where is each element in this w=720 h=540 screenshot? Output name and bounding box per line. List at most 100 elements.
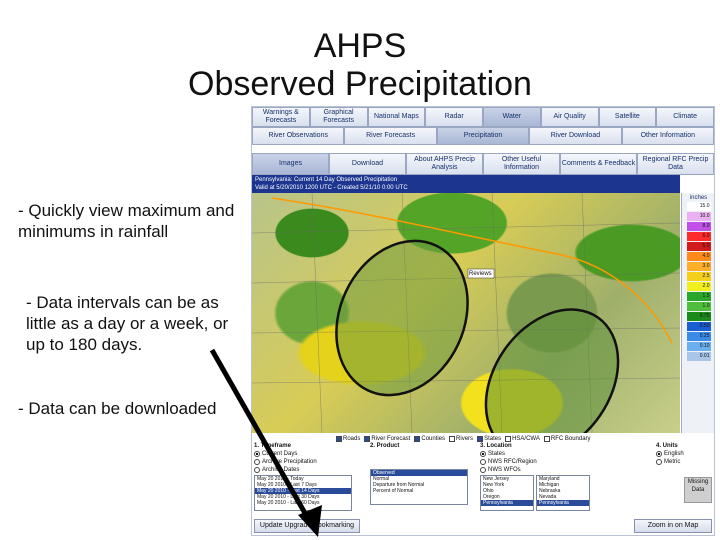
layer-toggle[interactable]: States — [477, 436, 501, 442]
panel-title: 2. Product — [370, 443, 400, 449]
slide-title-line2: Observed Precipitation — [188, 65, 532, 103]
radio-label: Metric — [664, 459, 681, 465]
layer-toggle[interactable]: Rivers — [449, 436, 473, 442]
radio-label: Current Days — [262, 451, 298, 457]
top-nav-tab[interactable]: Satellite — [598, 107, 657, 127]
page-tab[interactable]: Regional RFC Precip Data — [637, 153, 714, 175]
checkbox[interactable] — [414, 436, 421, 442]
page-tab[interactable]: Images — [252, 153, 329, 175]
radio-button[interactable] — [480, 467, 486, 473]
zoom-in-button[interactable]: Zoom in on Map — [634, 519, 712, 533]
page-tab[interactable]: Download — [329, 153, 406, 175]
radio-button[interactable] — [480, 459, 486, 465]
top-nav-tab[interactable]: Air Quality — [540, 107, 599, 127]
layer-label: HSA/CWA — [512, 436, 540, 442]
radio-option[interactable]: NWS RFC/Region — [480, 459, 650, 465]
location-list-b[interactable]: Maryland Michigan Nebraska Nevada Pennsylvan… — [536, 475, 590, 511]
radio-button[interactable] — [656, 451, 662, 457]
radio-option[interactable]: English — [656, 451, 712, 457]
bullet-text: - Quickly view maximum and minimums in r… — [18, 201, 235, 241]
top-nav-tab[interactable]: Warnings & Forecasts — [252, 107, 310, 127]
precip-legend: inches 15.0 10.0 8.0 6.0 5.0 4.0 3.0 2.5 2.0 1.5 1… — [681, 193, 714, 433]
ahps-screenshot: Warnings & Forecasts Graphical Forecasts N… — [251, 106, 715, 536]
sub-nav-tab[interactable]: River Forecasts — [344, 127, 437, 145]
radio-option[interactable]: NWS WFOs — [480, 467, 650, 473]
page-tab[interactable]: Comments & Feedback — [560, 153, 637, 175]
radio-option[interactable]: Current Days — [254, 451, 364, 457]
sub-nav-tab[interactable]: Precipitation — [436, 127, 530, 145]
radio-button[interactable] — [254, 451, 260, 457]
page-tab[interactable]: Other Useful Information — [483, 153, 560, 175]
layer-toggle[interactable]: HSA/CWA — [505, 436, 540, 442]
top-nav-tab[interactable]: Graphical Forecasts — [309, 107, 368, 127]
slide-title-line1: AHPS — [313, 27, 407, 65]
radio-label: English — [664, 451, 684, 457]
update-bookmarking-button[interactable]: Update Upgrade/Bookmarking — [254, 519, 360, 533]
map-overlay — [252, 193, 680, 433]
legend-swatch: 0.50 — [686, 322, 711, 331]
legend-swatch: 4.0 — [686, 252, 711, 261]
top-nav-tab[interactable]: Radar — [425, 107, 483, 127]
layer-label: River Forecast — [371, 436, 411, 442]
layer-toggle[interactable]: RFC Boundary — [543, 436, 591, 442]
radio-button[interactable] — [254, 467, 260, 473]
list-option[interactable]: Percent of Normal — [371, 488, 467, 494]
sub-nav-tab[interactable]: Other Information — [621, 127, 714, 145]
location-panel: 3. Location States NWS RFC/Region NWS WFOs… — [480, 443, 650, 517]
list-option[interactable]: Pennsylvania — [481, 500, 533, 506]
highlight-ellipse-west — [335, 239, 469, 397]
checkbox[interactable] — [336, 436, 342, 442]
sub-nav-tab[interactable]: River Observations — [252, 127, 345, 145]
list-option[interactable]: May 20 2010 - Last 60 Days — [255, 500, 351, 506]
checkbox[interactable] — [477, 436, 484, 442]
checkbox[interactable] — [505, 436, 512, 442]
checkbox[interactable] — [364, 436, 371, 442]
legend-swatch: 3.0 — [686, 262, 711, 271]
legend-swatch: 0.10 — [686, 342, 711, 351]
radio-option[interactable]: Archive Precipitation — [254, 459, 364, 465]
layer-label: States — [484, 436, 502, 442]
radio-option[interactable]: Archive Dates — [254, 467, 364, 473]
legend-swatch: 1.5 — [686, 292, 711, 301]
layer-toggle[interactable]: River Forecast — [364, 436, 410, 442]
timeframe-panel: 1. Timeframe Current Days Archive Precipi… — [254, 443, 364, 517]
top-nav-tab[interactable]: Climate — [656, 107, 714, 127]
highlight-ellipse-east — [484, 308, 620, 433]
layer-label: Counties — [421, 436, 446, 442]
top-nav-tab[interactable]: National Maps — [367, 107, 426, 127]
legend-swatch: 2.5 — [686, 272, 711, 281]
legend-swatch: 5.0 — [686, 242, 711, 251]
sub-nav: River Observations River Forecasts Precipi… — [252, 127, 714, 145]
timeframe-list[interactable]: May 20 2010 - Today May 20 2010 - Last 7 … — [254, 475, 352, 511]
legend-unit: inches — [689, 195, 708, 201]
map-popup: Reviews — [469, 271, 492, 277]
layer-toggle[interactable]: Roads — [336, 436, 360, 442]
radio-label: States — [488, 451, 506, 457]
precipitation-map[interactable]: Reviews — [252, 193, 680, 433]
legend-swatch: 1.0 — [686, 302, 711, 311]
radio-option[interactable]: States — [480, 451, 650, 457]
map-header: Pennsylvania: Current 14 Day Observed Pr… — [252, 175, 680, 193]
layer-label: Roads — [343, 436, 361, 442]
layer-toggle[interactable]: Counties — [414, 436, 445, 442]
top-nav: Warnings & Forecasts Graphical Forecasts N… — [252, 107, 714, 127]
product-list[interactable]: Observed Normal Departure from Normal Perce… — [370, 469, 468, 505]
legend-swatch: 0.75 — [686, 312, 711, 321]
panel-title: 4. Units — [656, 443, 678, 449]
radio-button[interactable] — [254, 459, 260, 465]
checkbox[interactable] — [449, 436, 456, 442]
page-tab[interactable]: About AHPS Precip Analysis — [406, 153, 483, 175]
checkbox[interactable] — [543, 436, 550, 442]
location-list-a[interactable]: New Jersey New York Ohio Oregon Pennsylvania — [480, 475, 534, 511]
radio-button[interactable] — [656, 459, 662, 465]
legend-swatch: 8.0 — [686, 222, 711, 231]
sub-nav-tab[interactable]: River Download — [529, 127, 622, 145]
radio-label: Archive Dates — [262, 467, 300, 473]
map-valid-time: Valid at 5/20/2010 1200 UTC - Created 5/… — [255, 185, 408, 191]
radio-button[interactable] — [480, 451, 486, 457]
legend-swatch: 2.0 — [686, 282, 711, 291]
legend-swatch: 0.01 — [686, 352, 711, 361]
radio-option[interactable]: Metric — [656, 459, 712, 465]
list-option[interactable]: Pennsylvania — [537, 500, 589, 506]
top-nav-tab[interactable]: Water — [483, 107, 541, 127]
